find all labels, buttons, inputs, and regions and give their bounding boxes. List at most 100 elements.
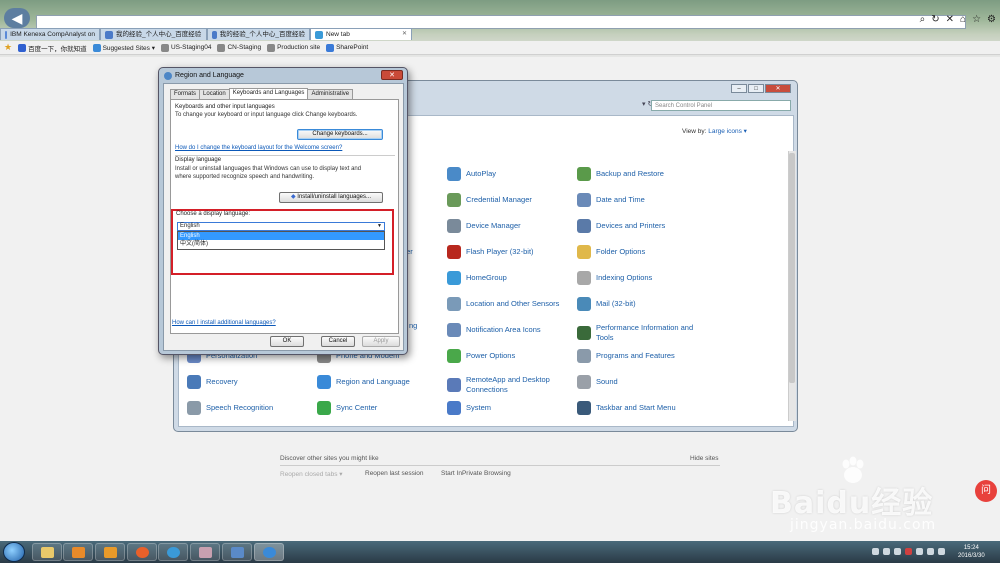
fav-production-site[interactable]: Production site xyxy=(267,43,320,52)
cp-item[interactable]: System xyxy=(447,401,491,415)
favorites-star-icon[interactable]: ★ xyxy=(4,42,12,53)
address-bar[interactable] xyxy=(36,15,966,29)
cp-item[interactable]: Region and Language xyxy=(317,375,410,389)
taskbar-control-panel[interactable] xyxy=(254,543,284,561)
clock[interactable]: 15:24 2016/3/30 xyxy=(958,544,985,560)
keyboard-layout-help-link[interactable]: How do I change the keyboard layout for … xyxy=(175,145,342,151)
taskbar-explorer[interactable] xyxy=(32,543,62,561)
minimize-button[interactable]: – xyxy=(731,84,747,93)
taskbar-firefox[interactable] xyxy=(127,543,157,561)
tray-icon[interactable] xyxy=(938,548,945,555)
start-inprivate[interactable]: Start InPrivate Browsing xyxy=(441,470,511,477)
region-language-dialog: Region and Language ✕ Formats Location K… xyxy=(158,67,408,355)
scrollbar-thumb[interactable] xyxy=(789,153,795,383)
close-tab-icon[interactable]: ✕ xyxy=(402,29,407,40)
cp-item[interactable]: Device Manager xyxy=(447,219,521,233)
option-chinese-simplified[interactable]: 中文(简体) xyxy=(178,240,384,248)
tab-jingyan-1[interactable]: 我的经验_个人中心_百度经验 xyxy=(100,28,207,40)
apply-button[interactable]: Apply xyxy=(362,336,400,347)
cp-item[interactable]: Folder Options xyxy=(577,245,645,259)
taskbar-media-player[interactable] xyxy=(63,543,93,561)
cp-item[interactable]: Recovery xyxy=(187,375,238,389)
taskbar-snipping[interactable] xyxy=(190,543,220,561)
tab-ibm[interactable]: IBM Kenexa CompAnalyst on xyxy=(0,28,100,40)
back-button[interactable]: ◀ xyxy=(4,8,30,28)
start-button[interactable] xyxy=(3,542,25,562)
tab-keyboards-languages[interactable]: Keyboards and Languages xyxy=(228,88,309,99)
globe-icon xyxy=(263,547,276,558)
fav-us-staging04[interactable]: US-Staging04 xyxy=(160,43,211,52)
volume-icon[interactable] xyxy=(916,548,923,555)
divider xyxy=(175,155,395,156)
tray-icon[interactable] xyxy=(883,548,890,555)
tab-formats[interactable]: Formats xyxy=(170,89,201,99)
favorites-star-icon[interactable]: ☆ xyxy=(972,14,981,25)
hide-sites-link[interactable]: Hide sites xyxy=(690,455,719,462)
taskbar-remote-desktop[interactable] xyxy=(222,543,252,561)
cp-item[interactable]: AutoPlay xyxy=(447,167,496,181)
tab-jingyan-2[interactable]: 我的经验_个人中心_百度经验 xyxy=(207,28,310,40)
maximize-button[interactable]: □ xyxy=(748,84,764,93)
tab-new-tab[interactable]: New tab ✕ xyxy=(310,28,412,40)
cancel-button[interactable]: Cancel xyxy=(321,336,355,347)
fav-baidu[interactable]: 百度一下，你就知道 xyxy=(18,43,87,53)
cp-item-icon xyxy=(447,271,461,285)
tab-location[interactable]: Location xyxy=(199,89,230,99)
display-language-select[interactable]: English ▼ xyxy=(177,222,385,231)
baidu-icon xyxy=(18,43,27,52)
close-button[interactable]: ✕ xyxy=(765,84,791,93)
cp-item[interactable]: Date and Time xyxy=(577,193,645,207)
dialog-title: Region and Language xyxy=(175,72,244,79)
view-by[interactable]: View by: Large icons ▾ xyxy=(682,127,747,135)
cp-item[interactable]: Programs and Features xyxy=(577,349,675,363)
cp-item[interactable]: Performance Information and Tools xyxy=(577,323,694,343)
page-icon xyxy=(217,43,226,52)
cp-item[interactable]: Sound xyxy=(577,375,618,389)
tray-icon[interactable] xyxy=(927,548,934,555)
cp-item[interactable]: Devices and Printers xyxy=(577,219,665,233)
fav-sharepoint[interactable]: SharePoint xyxy=(326,43,368,52)
taskbar-outlook[interactable] xyxy=(95,543,125,561)
cp-item[interactable]: Credential Manager xyxy=(447,193,532,207)
fav-cn-staging[interactable]: CN-Staging xyxy=(217,43,261,52)
tab-administrative[interactable]: Administrative xyxy=(307,89,354,99)
cp-item[interactable]: Mail (32-bit) xyxy=(577,297,636,311)
cp-item[interactable]: HomeGroup xyxy=(447,271,507,285)
suggested-sites-icon xyxy=(92,43,101,52)
tray-icon[interactable] xyxy=(872,548,879,555)
group-title: Keyboards and other input languages xyxy=(175,104,275,110)
install-languages-help-link[interactable]: How can I install additional languages? xyxy=(172,320,276,326)
cp-item[interactable]: Power Options xyxy=(447,349,515,363)
flag-icon[interactable] xyxy=(905,548,912,555)
install-uninstall-button[interactable]: ◆ Install/uninstall languages... xyxy=(279,192,383,203)
cp-item[interactable]: RemoteApp and Desktop Connections xyxy=(447,375,564,395)
search-icon[interactable]: ⌕ xyxy=(920,14,926,25)
search-input[interactable]: Search Control Panel xyxy=(651,100,791,111)
taskbar-ie[interactable] xyxy=(158,543,188,561)
home-icon[interactable]: ⌂ xyxy=(960,14,966,25)
cp-item[interactable]: Taskbar and Start Menu xyxy=(577,401,676,415)
cp-item-icon xyxy=(577,219,591,233)
cp-item[interactable]: Indexing Options xyxy=(577,271,652,285)
close-icon[interactable]: ✕ xyxy=(946,14,954,25)
reopen-last-session[interactable]: Reopen last session xyxy=(365,470,424,477)
gear-icon[interactable]: ⚙ xyxy=(987,14,996,25)
network-icon[interactable] xyxy=(894,548,901,555)
cp-item[interactable]: Backup and Restore xyxy=(577,167,664,181)
system-tray xyxy=(872,548,945,555)
cp-item[interactable]: Flash Player (32-bit) xyxy=(447,245,534,259)
option-english[interactable]: English xyxy=(178,232,384,240)
reopen-closed-tabs[interactable]: Reopen closed tabs ▾ xyxy=(280,470,343,478)
cp-item[interactable]: Location and Other Sensors xyxy=(447,297,559,311)
fav-suggested-sites[interactable]: Suggested Sites ▾ xyxy=(92,43,155,52)
dialog-close-button[interactable]: ✕ xyxy=(381,70,403,80)
cp-item[interactable]: Notification Area Icons xyxy=(447,323,541,337)
ok-button[interactable]: OK xyxy=(270,336,304,347)
cp-item[interactable]: Sync Center xyxy=(317,401,377,415)
feedback-icon[interactable]: 问 xyxy=(975,480,997,502)
change-keyboards-button[interactable]: Change keyboards... xyxy=(297,129,383,140)
cp-item[interactable]: Speech Recognition xyxy=(187,401,273,415)
cp-item-icon xyxy=(447,378,461,392)
cp-item-label: Recovery xyxy=(206,377,238,386)
refresh-icon[interactable]: ↻ xyxy=(931,14,939,25)
